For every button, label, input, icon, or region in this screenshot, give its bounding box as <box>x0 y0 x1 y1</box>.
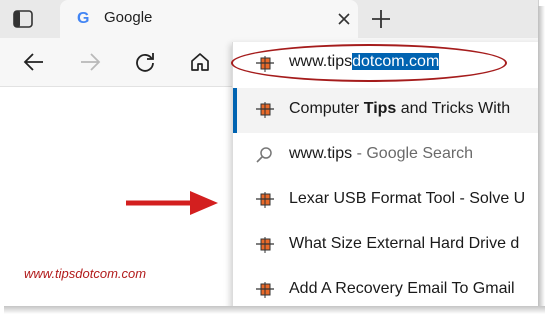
tab-title: Google <box>104 9 153 26</box>
site-favicon-icon <box>255 281 275 299</box>
search-icon <box>255 146 275 164</box>
forward-arrow-icon[interactable] <box>78 50 102 74</box>
window-shadow-right <box>538 6 545 308</box>
suggestion-label: Computer Tips and Tricks With <box>289 100 510 118</box>
close-icon[interactable] <box>336 11 352 27</box>
tab-google[interactable]: G Google <box>60 0 358 38</box>
suggestion-match: Tips <box>363 100 397 117</box>
suggestion-hint: - Google Search <box>352 145 474 162</box>
suggestion-label: What Size External Hard Drive d <box>289 235 520 252</box>
watermark: www.tipsdotcom.com <box>24 266 147 281</box>
back-arrow-icon[interactable] <box>22 50 46 74</box>
pointer-arrow-icon <box>124 188 220 218</box>
suggestion-item[interactable]: www.tips - Google Search <box>233 133 538 178</box>
tab-actions-icon[interactable] <box>12 9 34 29</box>
tab-bar: G Google <box>0 0 538 38</box>
window-shadow-bottom <box>4 306 545 314</box>
suggestion-text: and Tricks With <box>396 100 511 117</box>
highlight-oval <box>231 44 507 82</box>
suggestion-label: www.tips - Google Search <box>289 145 473 163</box>
suggestion-label: Lexar USB Format Tool - Solve U <box>289 190 526 207</box>
site-favicon-icon <box>255 101 275 119</box>
address-suggestion-dropdown: www.tipsdotcom.com Computer Tips and Tri… <box>231 42 538 306</box>
suggestion-item[interactable]: Lexar USB Format Tool - Solve U <box>233 178 538 223</box>
suggestion-item[interactable]: Add A Recovery Email To Gmail <box>233 268 538 306</box>
suggestion-label: Add A Recovery Email To Gmail <box>289 280 515 297</box>
site-favicon-icon <box>255 236 275 254</box>
browser-window: G Google www.tipsdotcom.com Computer Tip… <box>0 0 539 306</box>
plus-icon[interactable] <box>370 7 392 31</box>
google-favicon-icon: G <box>77 10 90 27</box>
refresh-icon[interactable] <box>133 50 157 74</box>
site-favicon-icon <box>255 191 275 209</box>
suggestion-item[interactable]: Computer Tips and Tricks With <box>233 88 538 133</box>
suggestion-text: www.tips <box>289 145 353 162</box>
suggestion-item[interactable]: What Size External Hard Drive d <box>233 223 538 268</box>
home-icon[interactable] <box>188 50 212 74</box>
suggestion-text: Computer <box>289 100 364 117</box>
address-bar[interactable]: www.tipsdotcom.com <box>231 42 538 84</box>
